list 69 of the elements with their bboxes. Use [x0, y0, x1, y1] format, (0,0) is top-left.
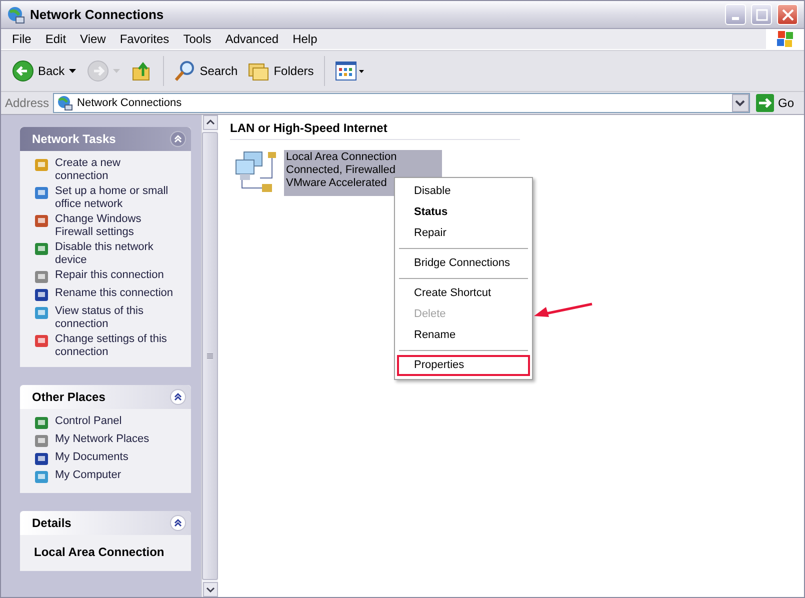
context-menu-item[interactable]: Status — [397, 202, 530, 223]
details-title: Local Area Connection — [34, 544, 166, 561]
group-heading: LAN or High-Speed Internet — [230, 119, 520, 140]
task-link[interactable]: Repair this connection — [34, 269, 183, 285]
menu-item[interactable]: File — [5, 32, 38, 46]
panel-title: Details — [32, 516, 72, 530]
caret-icon — [112, 68, 121, 74]
window-icon — [34, 287, 50, 303]
context-menu-item[interactable]: Properties — [397, 355, 530, 376]
network-globe-icon — [7, 6, 25, 24]
context-menu-item[interactable]: Rename — [397, 325, 530, 346]
grip-icon — [206, 352, 214, 360]
task-link[interactable]: Disable this network device — [34, 241, 183, 267]
task-link[interactable]: My Computer — [34, 469, 183, 485]
close-button[interactable] — [777, 4, 798, 25]
task-link[interactable]: Change Windows Firewall settings — [34, 213, 183, 239]
network-globe-icon — [57, 95, 74, 111]
task-link[interactable]: Change settings of this connection — [34, 333, 183, 359]
minimize-icon — [732, 16, 739, 20]
maximize-icon — [756, 8, 768, 20]
scroll-down-button[interactable] — [202, 582, 218, 597]
task-link[interactable]: My Network Places — [34, 433, 183, 449]
window-icon — [34, 469, 50, 485]
window-icon — [34, 333, 50, 349]
panel-title: Other Places — [32, 390, 106, 404]
task-link[interactable]: Set up a home or small office network — [34, 185, 183, 211]
dropdown-caret-icon[interactable] — [732, 94, 749, 112]
menu-item[interactable]: Tools — [176, 32, 218, 46]
menu-item[interactable]: Advanced — [218, 32, 286, 46]
go-button[interactable]: Go — [754, 94, 800, 112]
task-link[interactable]: View status of this connection — [34, 305, 183, 331]
views-grid-icon — [334, 61, 365, 81]
collapse-chevron-icon[interactable] — [170, 389, 186, 405]
window-icon — [34, 157, 50, 173]
window-icon — [34, 415, 50, 431]
task-link[interactable]: Create a new connection — [34, 157, 183, 183]
context-menu-item[interactable]: Create Shortcut — [397, 283, 530, 304]
menu-item[interactable]: View — [73, 32, 113, 46]
task-link[interactable]: My Documents — [34, 451, 183, 467]
caret-icon — [68, 68, 77, 74]
menu-item[interactable]: Edit — [38, 32, 74, 46]
window-icon — [34, 451, 50, 467]
window-icon — [34, 305, 50, 321]
search-icon — [174, 60, 196, 82]
task-link[interactable]: Control Panel — [34, 415, 183, 431]
windows-flag-icon — [776, 30, 794, 48]
menu-item[interactable]: Favorites — [112, 32, 176, 46]
window-icon — [34, 433, 50, 449]
window-icon — [34, 185, 50, 201]
collapse-chevron-icon[interactable] — [170, 515, 186, 531]
close-icon — [782, 8, 794, 20]
task-link[interactable]: Rename this connection — [34, 287, 183, 303]
address-label: Address — [5, 96, 50, 110]
window-icon — [34, 241, 50, 257]
panel-title: Network Tasks — [32, 132, 117, 146]
folders-button[interactable]: Folders — [244, 59, 317, 83]
window-title: Network Connections — [30, 7, 165, 22]
scroll-up-button[interactable] — [202, 115, 218, 130]
menu-item[interactable]: Help — [286, 32, 324, 46]
search-button[interactable]: Search — [170, 58, 241, 84]
context-menu-item[interactable]: Repair — [397, 223, 530, 244]
back-button[interactable]: Back — [9, 58, 80, 84]
scrollbar-thumb[interactable] — [202, 132, 218, 580]
window-icon — [34, 269, 50, 285]
arrow-right-icon — [756, 94, 774, 112]
folders-icon — [248, 61, 270, 81]
window-icon — [34, 213, 50, 229]
context-menu-item[interactable]: Bridge Connections — [397, 253, 530, 274]
address-field[interactable]: Network Connections — [53, 93, 750, 113]
